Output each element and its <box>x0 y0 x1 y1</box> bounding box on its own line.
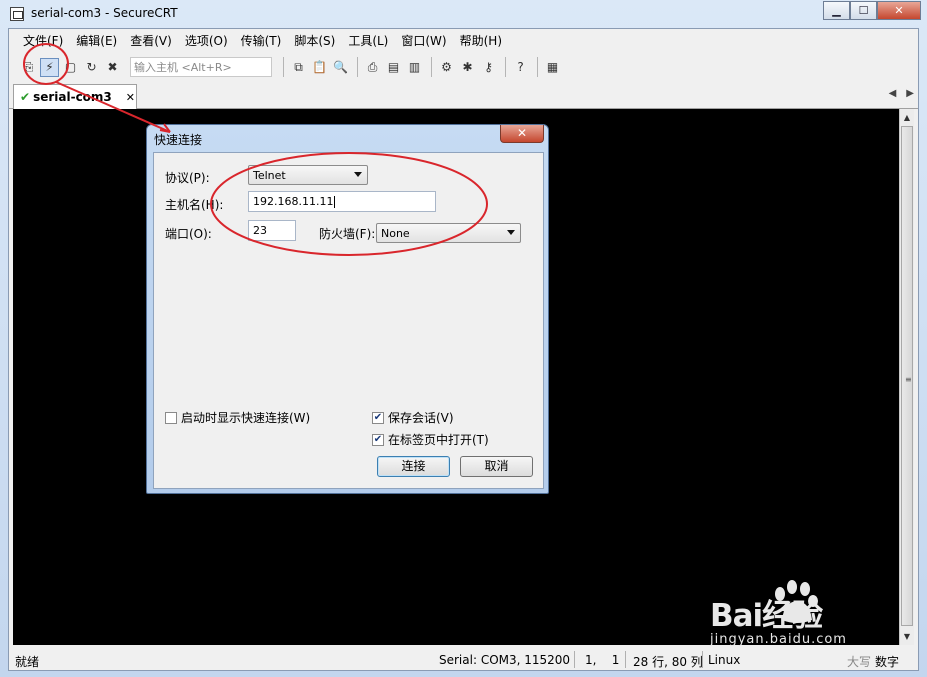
title-bar: serial-com3 - SecureCRT ▁ ☐ ✕ <box>0 0 927 28</box>
hostname-input[interactable]: 192.168.11.11 <box>248 191 436 212</box>
chevron-down-icon <box>354 172 362 177</box>
tab-close-icon[interactable]: ✕ <box>126 91 135 104</box>
reconnect-icon[interactable]: ↻ <box>82 58 101 77</box>
connect-in-tab-icon[interactable]: ▢ <box>61 58 80 77</box>
quick-connect-icon[interactable]: ⚡ <box>40 57 59 77</box>
menu-view[interactable]: 查看(V) <box>130 32 172 49</box>
watermark-brand: Bai经验 <box>710 598 823 634</box>
firewall-select[interactable]: None <box>376 223 521 243</box>
show-on-startup-label: 启动时显示快速连接(W) <box>181 411 311 425</box>
cancel-button[interactable]: 取消 <box>460 456 533 477</box>
connect-button[interactable]: 连接 <box>377 456 450 477</box>
checkbox-unchecked[interactable] <box>165 411 177 424</box>
save-session-label: 保存会话(V) <box>388 411 454 425</box>
quick-connect-dialog: 快速连接 ✕ 协议(P): Telnet 主机名(H): 192.168.11.… <box>146 124 549 494</box>
menu-options[interactable]: 选项(O) <box>185 32 228 49</box>
scroll-thumb[interactable]: ≡ <box>901 126 913 626</box>
scroll-up-icon[interactable]: ▲ <box>900 109 914 126</box>
firewall-label: 防火墙(F): <box>319 227 376 241</box>
menu-edit[interactable]: 编辑(E) <box>76 32 117 49</box>
status-cursor: 1, 1 <box>585 653 620 667</box>
checkbox-checked[interactable]: ✔ <box>372 411 384 424</box>
tab-serial-com3[interactable]: ✔ serial-com3 ✕ <box>13 84 137 109</box>
maximize-button[interactable]: ☐ <box>850 1 877 20</box>
vertical-scrollbar[interactable]: ▲ ≡ ▼ <box>899 109 914 645</box>
status-serial: Serial: COM3, 115200 <box>439 653 571 667</box>
toolbar-separator <box>283 57 284 77</box>
baidu-watermark: Bai经验 jingyan.baidu.com <box>700 578 900 658</box>
quick-host-input[interactable]: 输入主机 <Alt+R> <box>130 57 272 77</box>
print-selection-icon[interactable]: ▤ <box>384 58 403 77</box>
watermark-url: jingyan.baidu.com <box>710 632 847 647</box>
toolbar-separator <box>537 57 538 77</box>
connect-icon[interactable]: ⎘ <box>19 58 38 77</box>
minimize-button[interactable]: ▁ <box>823 1 850 20</box>
toolbar-separator <box>357 57 358 77</box>
dialog-title: 快速连接 <box>154 133 203 147</box>
status-separator <box>625 651 626 668</box>
session-options-icon[interactable]: ⚙ <box>437 58 456 77</box>
menu-transfer[interactable]: 传输(T) <box>241 32 282 49</box>
help-icon[interactable]: ? <box>511 58 530 77</box>
app-icon <box>10 7 24 21</box>
save-session-checkbox[interactable]: ✔ 保存会话(V) <box>372 409 454 426</box>
menu-help[interactable]: 帮助(H) <box>460 32 502 49</box>
disconnect-icon[interactable]: ✖ <box>103 58 122 77</box>
scroll-down-icon[interactable]: ▼ <box>900 628 914 645</box>
show-on-startup-checkbox[interactable]: 启动时显示快速连接(W) <box>165 409 310 426</box>
sftp-icon[interactable]: ▦ <box>543 58 562 77</box>
menu-bar: 文件(F) 编辑(E) 查看(V) 选项(O) 传输(T) 脚本(S) 工具(L… <box>9 29 918 52</box>
close-button[interactable]: ✕ <box>877 1 921 20</box>
dialog-body: 协议(P): Telnet 主机名(H): 192.168.11.11 端口(O… <box>153 152 544 489</box>
tab-label: serial-com3 <box>33 90 112 104</box>
tab-bar: ✔ serial-com3 ✕ ◀ ▶ <box>9 82 918 109</box>
open-in-tab-checkbox[interactable]: ✔ 在标签页中打开(T) <box>372 431 489 448</box>
port-value: 23 <box>253 224 267 237</box>
hostname-label: 主机名(H): <box>165 198 224 212</box>
port-label: 端口(O): <box>165 227 212 241</box>
port-input[interactable]: 23 <box>248 220 296 241</box>
toolbar-separator <box>505 57 506 77</box>
hostname-value: 192.168.11.11 <box>253 195 334 208</box>
print-setup-icon[interactable]: ▥ <box>405 58 424 77</box>
status-separator <box>574 651 575 668</box>
protocol-label: 协议(P): <box>165 171 210 185</box>
firewall-value: None <box>381 226 410 240</box>
toolbar-separator <box>431 57 432 77</box>
status-size: 28 行, 80 列 <box>633 655 703 669</box>
checkbox-checked[interactable]: ✔ <box>372 433 384 446</box>
menu-window[interactable]: 窗口(W) <box>401 32 446 49</box>
paste-icon[interactable]: 📋 <box>310 58 329 77</box>
tab-scroll-right-icon[interactable]: ▶ <box>906 88 914 99</box>
dialog-close-button[interactable]: ✕ <box>500 125 544 143</box>
tab-scroll-left-icon[interactable]: ◀ <box>889 88 897 99</box>
open-in-tab-label: 在标签页中打开(T) <box>388 433 489 447</box>
global-options-icon[interactable]: ✱ <box>458 58 477 77</box>
chevron-down-icon <box>507 230 515 235</box>
print-icon[interactable]: ⎙ <box>363 58 382 77</box>
connected-check-icon: ✔ <box>20 90 31 104</box>
text-cursor <box>334 195 336 208</box>
window-title: serial-com3 - SecureCRT <box>31 6 178 20</box>
keymap-icon[interactable]: ⚷ <box>479 58 498 77</box>
tab-scroll-arrows: ◀ ▶ <box>889 88 914 99</box>
grip-icon: ≡ <box>905 375 912 384</box>
copy-icon[interactable]: ⧉ <box>289 58 308 77</box>
protocol-value: Telnet <box>253 168 286 182</box>
menu-tools[interactable]: 工具(L) <box>348 32 388 49</box>
window-controls: ▁ ☐ ✕ <box>823 1 921 20</box>
menu-file[interactable]: 文件(F) <box>23 32 63 49</box>
menu-script[interactable]: 脚本(S) <box>294 32 335 49</box>
find-icon[interactable]: 🔍 <box>331 58 350 77</box>
status-ready: 就绪 <box>15 655 40 669</box>
protocol-select[interactable]: Telnet <box>248 165 368 185</box>
toolbar: ⎘ ⚡ ▢ ↻ ✖ 输入主机 <Alt+R> ⧉ 📋 🔍 ⎙ ▤ ▥ ⚙ ✱ ⚷… <box>9 52 918 82</box>
